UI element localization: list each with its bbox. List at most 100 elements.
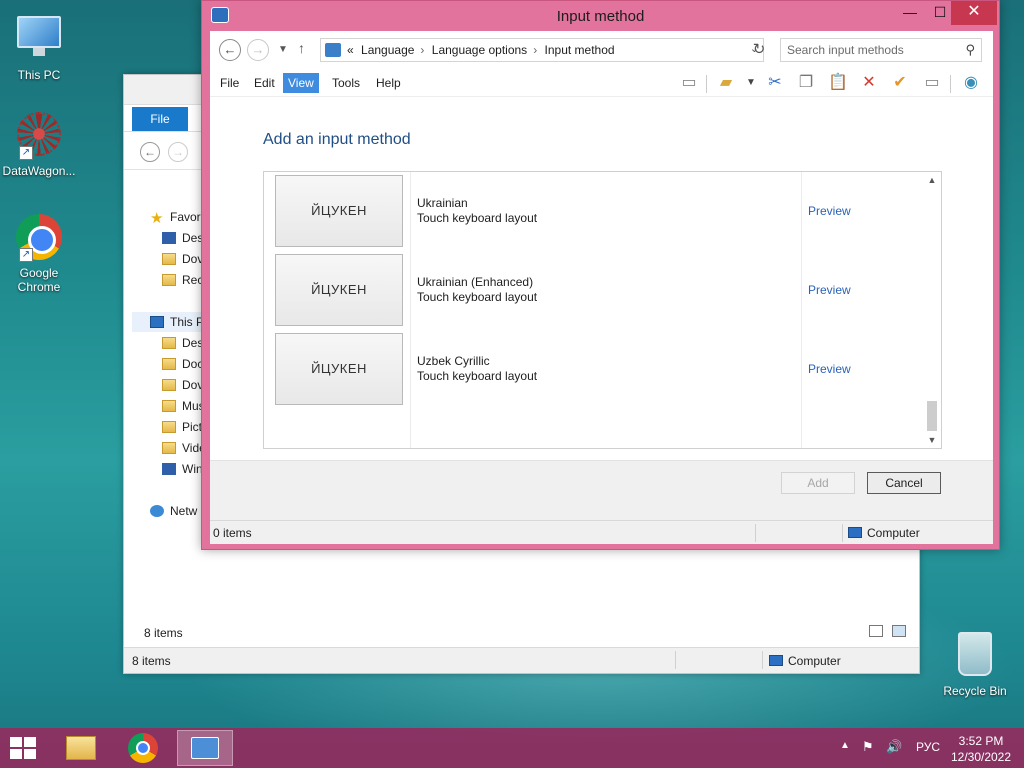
tree-item[interactable]: Mus bbox=[162, 396, 205, 416]
computer-icon bbox=[150, 316, 164, 328]
search-input[interactable] bbox=[781, 39, 951, 61]
recent-locations-dropdown-icon[interactable]: ▼ bbox=[278, 44, 288, 55]
breadcrumb-item-language-options[interactable]: Language options bbox=[432, 43, 527, 57]
search-box[interactable]: ⚲ bbox=[780, 38, 982, 62]
show-hidden-icons-icon[interactable]: ▲ bbox=[840, 740, 854, 768]
refresh-icon[interactable]: ↻ bbox=[748, 40, 770, 60]
explorer-items-count: 8 items bbox=[144, 626, 183, 640]
tree-item[interactable]: Des bbox=[162, 228, 203, 248]
properties-icon[interactable]: ▭ bbox=[921, 72, 943, 94]
desktop-icon-this-pc[interactable]: This PC bbox=[0, 10, 78, 82]
tree-item[interactable]: Pict bbox=[162, 417, 202, 437]
taskbar-file-explorer[interactable] bbox=[53, 730, 109, 766]
keyboard-preview-tile[interactable]: ЙЦУКЕН bbox=[275, 175, 403, 247]
delete-icon[interactable]: ✕ bbox=[858, 72, 880, 94]
input-method-type: Touch keyboard layout bbox=[417, 369, 538, 383]
address-toolbar: ← → ▼ ↑ « Language › Language options › In… bbox=[210, 31, 993, 67]
menu-tools[interactable]: Tools bbox=[327, 73, 365, 93]
tree-item[interactable]: Des bbox=[162, 333, 203, 353]
preview-link[interactable]: Preview bbox=[808, 204, 851, 218]
details-view-icon[interactable] bbox=[869, 625, 883, 637]
menu-help[interactable]: Help bbox=[371, 73, 406, 93]
menu-edit[interactable]: Edit bbox=[249, 73, 280, 93]
list-item[interactable]: ЙЦУКЕН Uzbek Cyrillic Touch keyboard lay… bbox=[264, 330, 924, 409]
status-divider bbox=[762, 651, 763, 669]
search-icon[interactable]: ⚲ bbox=[965, 42, 975, 58]
tree-item[interactable]: Dov bbox=[162, 375, 203, 395]
input-method-name: Ukrainian bbox=[417, 196, 468, 210]
menu-file[interactable]: File bbox=[215, 73, 244, 93]
breadcrumb-overflow[interactable]: « bbox=[347, 43, 354, 57]
keyboard-preview-tile[interactable]: ЙЦУКЕН bbox=[275, 333, 403, 405]
checkmark-icon[interactable]: ✔ bbox=[889, 72, 911, 94]
preview-link[interactable]: Preview bbox=[808, 362, 851, 376]
layout-icon[interactable]: ▭ bbox=[678, 72, 700, 94]
globe-icon[interactable]: ◉ bbox=[960, 72, 982, 94]
back-arrow-icon[interactable]: ← bbox=[140, 142, 160, 162]
add-button[interactable]: Add bbox=[781, 472, 855, 494]
volume-icon[interactable]: 🔊 bbox=[886, 739, 904, 768]
drive-icon bbox=[162, 463, 176, 475]
scroll-thumb[interactable] bbox=[927, 401, 937, 431]
cancel-button[interactable]: Cancel bbox=[867, 472, 941, 494]
folder-options-icon[interactable]: ▰ bbox=[715, 72, 737, 94]
menu-bar: File Edit View Tools Help ▭ ▰ ▼ ✂ ❐ 📋 ✕ … bbox=[210, 69, 993, 97]
taskbar-input-method[interactable] bbox=[177, 730, 233, 766]
vertical-scrollbar[interactable]: ▲ ▼ bbox=[923, 172, 941, 448]
tree-item[interactable]: Doc bbox=[162, 354, 203, 374]
keyboard-preview-tile[interactable]: ЙЦУКЕН bbox=[275, 254, 403, 326]
list-item[interactable]: ЙЦУКЕН Ukrainian (Enhanced) Touch keyboa… bbox=[264, 251, 924, 330]
breadcrumb-item-input-method[interactable]: Input method bbox=[545, 43, 615, 57]
clock[interactable]: 3:52 PM 12/30/2022 bbox=[944, 733, 1018, 765]
menu-view[interactable]: View bbox=[283, 73, 319, 93]
folder-icon bbox=[162, 379, 176, 391]
minimize-button[interactable]: — bbox=[895, 1, 925, 25]
tree-item[interactable]: Win bbox=[162, 459, 203, 479]
language-indicator[interactable]: РУС bbox=[912, 740, 944, 768]
up-arrow-icon[interactable]: ↑ bbox=[298, 40, 305, 56]
scroll-down-icon[interactable]: ▼ bbox=[923, 432, 941, 448]
language-location-icon bbox=[325, 43, 341, 57]
list-item[interactable]: ЙЦУКЕН Ukrainian Touch keyboard layout P… bbox=[264, 172, 924, 251]
folder-icon bbox=[162, 442, 176, 454]
explorer-navigation-tree: ★ Favor Des Dov Rec This P Des Doc Dov Mu… bbox=[124, 187, 212, 607]
tree-item[interactable]: Dov bbox=[162, 249, 203, 269]
action-center-icon[interactable]: ⚑ bbox=[862, 739, 880, 768]
tree-item[interactable]: Vide bbox=[162, 438, 206, 458]
language-app-icon bbox=[191, 737, 219, 759]
desktop-icon-recycle-bin[interactable]: Recycle Bin bbox=[936, 632, 1014, 698]
cut-icon[interactable]: ✂ bbox=[764, 72, 786, 94]
paste-icon[interactable]: 📋 bbox=[827, 72, 849, 94]
preview-link[interactable]: Preview bbox=[808, 283, 851, 297]
explorer-status-location: Computer bbox=[769, 654, 841, 668]
status-divider bbox=[675, 651, 676, 669]
tree-item-network[interactable]: Netw bbox=[150, 501, 197, 521]
tiles-view-icon[interactable] bbox=[892, 625, 906, 637]
breadcrumb-separator-icon: › bbox=[533, 43, 538, 57]
address-bar[interactable]: « Language › Language options › Input meth… bbox=[320, 38, 764, 62]
breadcrumb-item-language[interactable]: Language bbox=[361, 43, 414, 57]
window-titlebar[interactable]: Input method — ☐ ✕ bbox=[202, 1, 999, 31]
start-button[interactable] bbox=[10, 737, 38, 761]
back-button[interactable]: ← bbox=[219, 39, 241, 61]
shortcut-arrow-icon: ↗ bbox=[19, 146, 33, 160]
dialog-footer: Add Cancel bbox=[210, 460, 993, 520]
input-method-window[interactable]: Input method — ☐ ✕ ← → ▼ ↑ « Language › L… bbox=[201, 0, 1000, 550]
taskbar-google-chrome[interactable] bbox=[115, 730, 171, 766]
desktop-icon-google-chrome[interactable]: ↗ Google Chrome bbox=[0, 214, 78, 294]
network-icon bbox=[150, 505, 164, 517]
scroll-up-icon[interactable]: ▲ bbox=[923, 172, 941, 188]
window-title: Input method bbox=[556, 8, 645, 25]
tree-item-this-pc[interactable]: This P bbox=[132, 312, 212, 332]
status-divider bbox=[842, 524, 843, 542]
desktop-icon-datawagon[interactable]: ↗ DataWagon... bbox=[0, 112, 78, 178]
copy-icon[interactable]: ❐ bbox=[795, 72, 817, 94]
tree-item-favorites[interactable]: ★ Favor bbox=[150, 207, 201, 227]
forward-button[interactable]: → bbox=[247, 39, 269, 61]
tree-item[interactable]: Rec bbox=[162, 270, 203, 290]
forward-arrow-icon[interactable]: → bbox=[168, 142, 188, 162]
explorer-file-tab[interactable]: File bbox=[132, 107, 188, 131]
input-method-list[interactable]: ЙЦУКЕН Ukrainian Touch keyboard layout P… bbox=[263, 171, 942, 449]
folder-options-dropdown-icon[interactable]: ▼ bbox=[740, 72, 762, 94]
close-button[interactable]: ✕ bbox=[951, 1, 997, 25]
